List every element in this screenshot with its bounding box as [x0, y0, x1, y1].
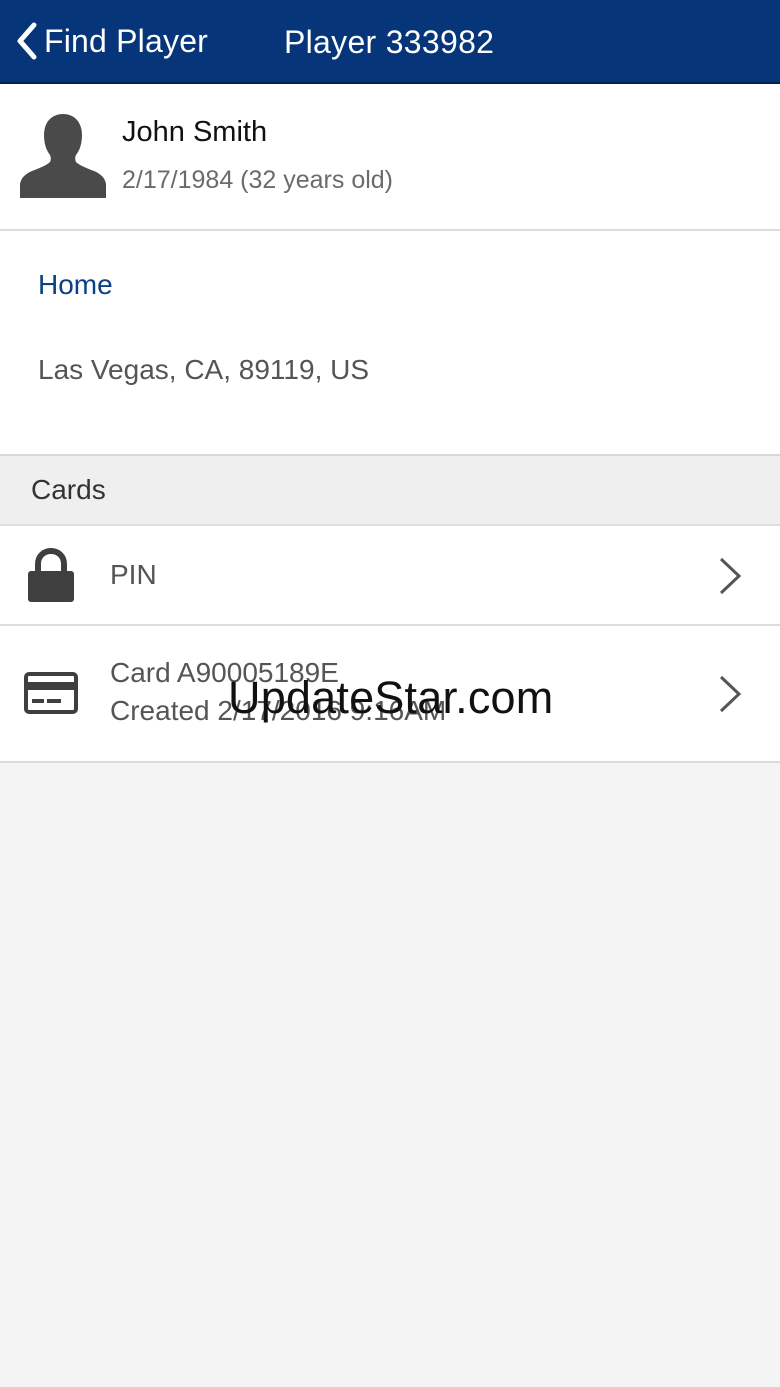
pin-row[interactable]: PIN	[0, 526, 780, 626]
address-type-label: Home	[38, 269, 113, 300]
card-number-label: Card A90005189E	[110, 657, 339, 688]
back-button[interactable]: Find Player	[12, 0, 208, 82]
navigation-bar: Find Player Player 333982	[0, 0, 780, 84]
section-header-label: Cards	[31, 474, 106, 505]
chevron-right-icon	[719, 675, 742, 713]
card-created-label: Created 2/17/2016 9:16AM	[110, 695, 447, 726]
chevron-left-icon	[17, 22, 37, 60]
page-title: Player 333982	[284, 24, 495, 60]
credit-card-icon	[24, 672, 78, 714]
player-detail-screen: Find Player Player 333982 John Smith 2/1…	[0, 0, 780, 1387]
player-profile: John Smith 2/17/1984 (32 years old)	[0, 84, 780, 231]
player-birthdate: 2/17/1984 (32 years old)	[122, 166, 394, 194]
lock-icon	[28, 548, 74, 602]
chevron-right-icon	[719, 557, 742, 595]
pin-row-label: PIN	[110, 559, 157, 590]
card-row[interactable]: Card A90005189E Created 2/17/2016 9:16AM	[0, 626, 780, 763]
back-button-label: Find Player	[44, 22, 209, 59]
player-name: John Smith	[122, 116, 268, 148]
cards-section-header: Cards	[0, 456, 780, 526]
address-section: Home Las Vegas, CA, 89119, US	[0, 231, 780, 456]
address-text: Las Vegas, CA, 89119, US	[38, 354, 370, 385]
person-silhouette-icon	[20, 114, 106, 198]
